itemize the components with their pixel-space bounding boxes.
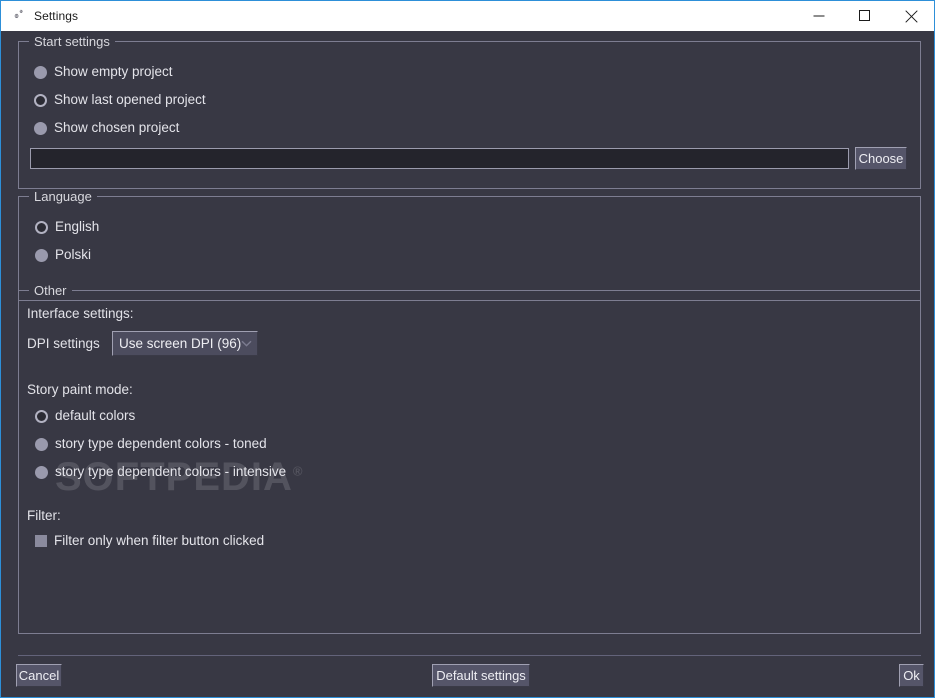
settings-window: Settings Start settings Show empty proje…: [0, 0, 935, 698]
cancel-button[interactable]: Cancel: [16, 664, 62, 687]
radio-indicator: [34, 65, 47, 79]
radio-label: Show chosen project: [54, 120, 180, 135]
start-settings-group-title: Start settings: [29, 34, 115, 49]
radio-story-type-colors-toned[interactable]: story type dependent colors - toned: [35, 436, 267, 452]
radio-indicator: [34, 93, 47, 107]
radio-story-type-colors-intensive[interactable]: story type dependent colors - intensive: [35, 464, 286, 480]
radio-label: story type dependent colors - toned: [55, 436, 267, 451]
minimize-button[interactable]: [796, 2, 842, 31]
close-button[interactable]: [888, 2, 934, 31]
language-group-title: Language: [29, 189, 97, 204]
dialog-body: Start settings Show empty project Show l…: [2, 31, 934, 697]
dpi-settings-label: DPI settings: [27, 336, 100, 351]
title-bar: Settings: [1, 1, 934, 31]
ok-button[interactable]: Ok: [899, 664, 924, 687]
radio-default-colors[interactable]: default colors: [35, 408, 135, 424]
dpi-settings-select[interactable]: Use screen DPI (96): [112, 331, 258, 356]
maximize-button[interactable]: [842, 2, 888, 31]
other-group-title: Other: [29, 283, 72, 298]
radio-indicator: [35, 409, 48, 423]
radio-label: English: [55, 219, 100, 234]
window-title: Settings: [34, 9, 79, 23]
checkbox-filter-only-on-click[interactable]: Filter only when filter button clicked: [35, 533, 264, 549]
radio-indicator: [35, 220, 48, 234]
checkbox-label: Filter only when filter button clicked: [54, 533, 265, 548]
radio-label: Show last opened project: [54, 92, 206, 107]
radio-indicator: [35, 248, 48, 262]
radio-label: Show empty project: [54, 64, 173, 79]
dpi-settings-value: Use screen DPI (96): [119, 336, 242, 351]
radio-language-polski[interactable]: Polski: [35, 247, 91, 263]
radio-indicator: [35, 465, 48, 479]
filter-label: Filter:: [27, 508, 61, 523]
language-group: Language: [18, 189, 921, 301]
gears-icon: [4, 1, 32, 31]
story-paint-mode-label: Story paint mode:: [27, 382, 133, 397]
default-settings-button[interactable]: Default settings: [432, 664, 530, 687]
radio-indicator: [34, 121, 47, 135]
choose-button[interactable]: Choose: [855, 147, 907, 170]
radio-indicator: [35, 437, 48, 451]
radio-show-last-opened-project[interactable]: Show last opened project: [34, 92, 206, 108]
radio-show-chosen-project[interactable]: Show chosen project: [34, 120, 179, 136]
chevron-down-icon: [241, 340, 252, 347]
radio-label: Polski: [55, 247, 92, 262]
checkbox-indicator: [35, 535, 47, 547]
footer-separator: [18, 655, 921, 656]
project-path-input[interactable]: [30, 148, 849, 169]
radio-label: story type dependent colors - intensive: [55, 464, 287, 479]
radio-language-english[interactable]: English: [35, 219, 99, 235]
radio-show-empty-project[interactable]: Show empty project: [34, 64, 173, 80]
radio-label: default colors: [55, 408, 136, 423]
interface-settings-label: Interface settings:: [27, 306, 134, 321]
